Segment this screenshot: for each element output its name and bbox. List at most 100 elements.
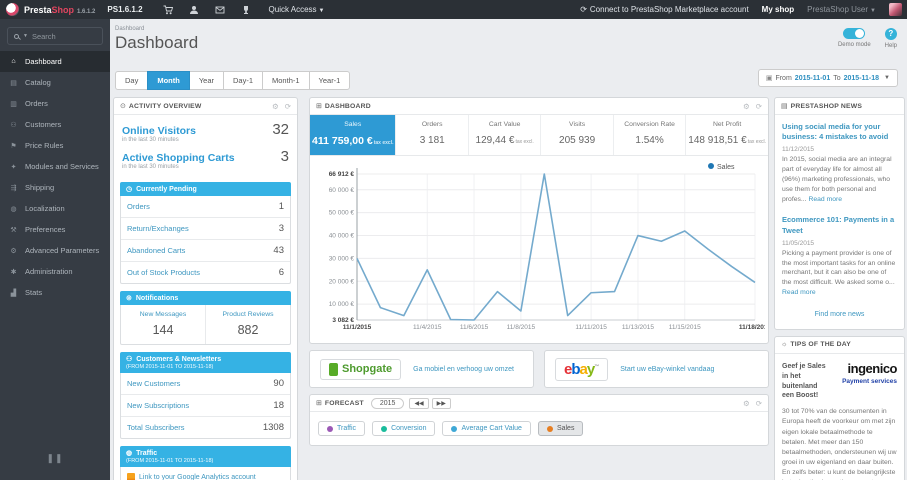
sidebar-item-dashboard[interactable]: ⌂ Dashboard <box>0 51 110 72</box>
sidebar-item-advanced-parameters[interactable]: ⚙ Advanced Parameters <box>0 240 110 261</box>
legend-button-average-cart-value[interactable]: Average Cart Value <box>442 421 531 436</box>
sidebar-item-price-rules[interactable]: ⚑ Price Rules <box>0 135 110 156</box>
pending-row-returns[interactable]: Return/Exchanges 3 <box>121 217 290 239</box>
news-headline-link[interactable]: Ecommerce 101: Payments in a Tweet <box>782 215 897 235</box>
sidebar-item-stats[interactable]: ▟ Stats <box>0 282 110 303</box>
orders-icon: ▥ <box>10 100 17 108</box>
tips-of-the-day-panel: ☼ TIPS OF THE DAY ingenico Payment servi… <box>774 335 905 480</box>
active-carts-link[interactable]: Active Shopping Carts <box>122 152 235 164</box>
person-icon: ⚇ <box>126 356 133 363</box>
modules-icon: ✦ <box>10 163 17 171</box>
sidebar-item-orders[interactable]: ▥ Orders <box>0 93 110 114</box>
forecast-cart-icon: ⊞ <box>316 400 322 407</box>
news-headline-link[interactable]: Using social media for your business: 4 … <box>782 122 897 142</box>
search-scope-caret-icon[interactable]: ▼ <box>23 33 28 39</box>
forecast-next-button[interactable]: ▶▶ <box>431 397 451 409</box>
customers-icon: ⚇ <box>10 121 17 129</box>
sidebar-item-localization[interactable]: ◍ Localization <box>0 198 110 219</box>
customer-icon[interactable] <box>189 5 199 15</box>
sidebar-item-shipping[interactable]: ⇶ Shipping <box>0 177 110 198</box>
news-excerpt: Picking a payment provider is one of the… <box>782 249 896 297</box>
breadcrumb[interactable]: Dashboard <box>115 26 897 32</box>
tips-panel-title: TIPS OF THE DAY <box>790 341 851 349</box>
refresh-icon[interactable]: ⟳ <box>756 102 762 111</box>
kpi-tab-orders[interactable]: Orders 3 181 <box>395 115 467 155</box>
sidebar-collapse-button[interactable]: ❚❚ <box>0 453 110 464</box>
price-rules-icon: ⚑ <box>10 142 17 150</box>
forecast-year[interactable]: 2015 <box>370 397 405 409</box>
range-button-day-1[interactable]: Day-1 <box>223 71 264 90</box>
average-cart-value-dot-icon <box>451 425 458 432</box>
ebay-banner[interactable]: ebay™ Start uw eBay-winkel vandaag <box>544 350 769 388</box>
range-button-month[interactable]: Month <box>147 71 190 90</box>
range-button-year[interactable]: Year <box>188 71 224 90</box>
kpi-tab-sales[interactable]: Sales 411 759,00 €tax excl. <box>310 115 396 155</box>
gear-icon[interactable]: ⚙ <box>743 399 750 408</box>
range-button-day[interactable]: Day <box>115 71 149 90</box>
ebay-link[interactable]: Start uw eBay-winkel vandaag <box>620 366 714 373</box>
new-messages-cell[interactable]: New Messages 144 <box>121 305 205 344</box>
traffic-date-range: (FROM 2015-11-01 TO 2015-11-18) <box>126 458 214 464</box>
pending-row-orders[interactable]: Orders 1 <box>121 196 290 217</box>
demo-mode-control: Demo mode <box>838 28 871 49</box>
customers-row-subscribers[interactable]: Total Subscribers 1308 <box>121 416 290 438</box>
forecast-prev-button[interactable]: ◀◀ <box>409 397 429 409</box>
date-range-presets: Day Month Year Day-1 Month-1 Year-1 <box>115 71 351 90</box>
news-date: 11/12/2015 <box>782 146 815 154</box>
conversion-dot-icon <box>381 425 388 432</box>
range-button-year-1[interactable]: Year-1 <box>308 71 351 90</box>
sidebar-search[interactable]: ▼ <box>7 27 103 45</box>
my-shop-link[interactable]: My shop <box>762 5 794 14</box>
activity-panel-title: ACTIVITY OVERVIEW <box>128 102 202 110</box>
shop-name: PS1.6.1.2 <box>107 5 143 14</box>
refresh-icon[interactable]: ⟳ <box>756 399 762 408</box>
refresh-icon[interactable]: ⟳ <box>285 102 291 111</box>
messages-icon[interactable] <box>215 5 225 15</box>
legend-button-traffic[interactable]: Traffic <box>318 421 366 436</box>
sidebar-item-catalog[interactable]: ▤ Catalog <box>0 72 110 93</box>
gear-icon[interactable]: ⚙ <box>743 102 750 111</box>
read-more-link[interactable]: Read more <box>808 196 842 203</box>
sidebar-nav: ⌂ Dashboard ▤ Catalog ▥ Orders ⚇ Customers ⚑… <box>0 51 110 303</box>
sidebar-item-modules[interactable]: ✦ Modules and Services <box>0 156 110 177</box>
kpi-tab-net-profit[interactable]: Net Profit 148 918,51 €tax excl. <box>685 115 768 155</box>
online-visitors-link[interactable]: Online Visitors <box>122 125 196 137</box>
date-range-picker[interactable]: ▣ From 2015-11-01 To 2015-11-18 ▼ <box>757 69 898 87</box>
read-more-link[interactable]: Read more <box>782 289 816 296</box>
shopgate-banner[interactable]: Shopgate Ga mobiel en verhoog uw omzet <box>309 350 534 388</box>
traffic-section: ◍ Traffic (FROM 2015-11-01 TO 2015-11-18)… <box>120 446 291 480</box>
pending-row-out-of-stock[interactable]: Out of Stock Products 6 <box>121 261 290 283</box>
help-icon[interactable]: ? <box>884 28 897 40</box>
shipping-icon: ⇶ <box>10 184 17 192</box>
user-menu[interactable]: PrestaShop User ▼ <box>807 5 876 14</box>
svg-text:60 000 €: 60 000 € <box>329 187 355 194</box>
sidebar-item-administration[interactable]: ✱ Administration <box>0 261 110 282</box>
sidebar-item-preferences[interactable]: ⚒ Preferences <box>0 219 110 240</box>
kpi-tab-conversion-rate[interactable]: Conversion Rate 1.54% <box>612 115 685 155</box>
modules-notification-icon[interactable] <box>241 5 251 15</box>
product-reviews-cell[interactable]: Product Reviews 882 <box>205 305 290 344</box>
user-avatar[interactable] <box>889 3 902 16</box>
dashboard-panel-title: DASHBOARD <box>324 102 371 110</box>
search-input[interactable] <box>31 31 90 41</box>
demo-mode-toggle[interactable] <box>843 28 866 39</box>
kpi-tab-visits[interactable]: Visits 205 939 <box>540 115 612 155</box>
help-control: ? Help <box>885 28 897 49</box>
main-content: Dashboard Dashboard Demo mode ? Help Day… <box>110 19 907 480</box>
sidebar-item-customers[interactable]: ⚇ Customers <box>0 114 110 135</box>
legend-button-conversion[interactable]: Conversion <box>372 421 436 436</box>
google-analytics-link[interactable]: Link to your Google Analytics account <box>121 467 290 480</box>
pending-row-abandoned-carts[interactable]: Abandoned Carts 43 <box>121 239 290 261</box>
shopgate-link[interactable]: Ga mobiel en verhoog uw omzet <box>413 366 514 373</box>
customers-row-subscriptions[interactable]: New Subscriptions 18 <box>121 394 290 416</box>
quick-access-menu[interactable]: Quick Access ▼ <box>269 5 325 14</box>
news-excerpt: In 2015, social media are an integral pa… <box>782 156 892 203</box>
legend-button-sales[interactable]: Sales <box>537 421 584 436</box>
customers-row-new[interactable]: New Customers 90 <box>121 373 290 394</box>
marketplace-connect-link[interactable]: ⟳ Connect to PrestaShop Marketplace accou… <box>580 5 748 14</box>
cart-icon[interactable] <box>163 5 173 15</box>
gear-icon[interactable]: ⚙ <box>272 102 279 111</box>
kpi-tab-cart-value[interactable]: Cart Value 129,44 €tax excl. <box>467 115 540 155</box>
find-more-news-link[interactable]: Find more news <box>775 302 904 329</box>
range-button-month-1[interactable]: Month-1 <box>262 71 310 90</box>
